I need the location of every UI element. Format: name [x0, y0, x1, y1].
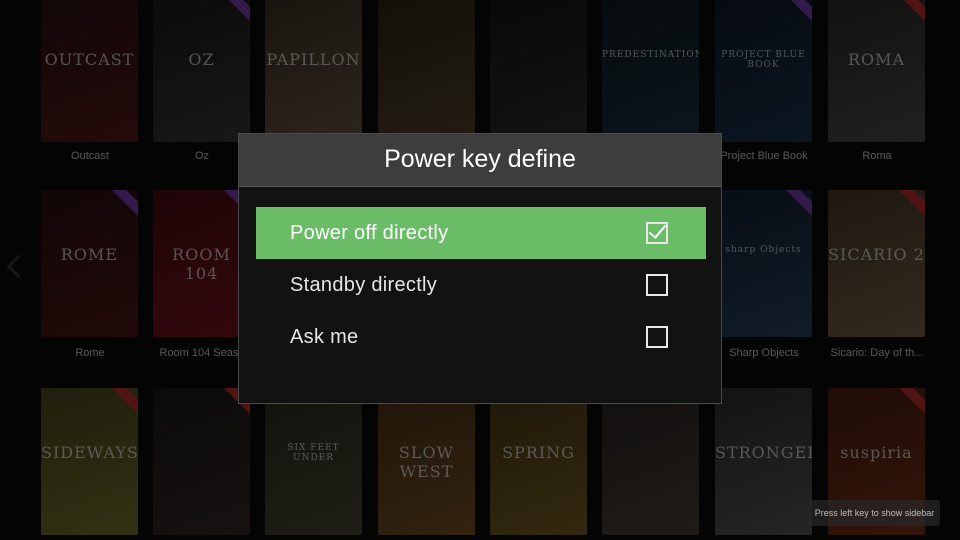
checkbox-icon[interactable]: [646, 274, 668, 296]
sidebar-hint: Press left key to show sidebar: [809, 500, 940, 526]
option-label: Ask me: [290, 326, 359, 348]
power-key-dialog: Power key define Power off directly Stan…: [238, 133, 722, 404]
option-ask-me[interactable]: Ask me: [256, 311, 706, 363]
checkmark-icon: [648, 220, 667, 239]
dialog-title: Power key define: [239, 134, 721, 187]
checkbox-icon[interactable]: [646, 326, 668, 348]
option-label: Standby directly: [290, 274, 438, 296]
option-standby[interactable]: Standby directly: [256, 259, 706, 311]
option-label: Power off directly: [290, 222, 449, 244]
checkbox-icon[interactable]: [646, 220, 668, 244]
option-power-off[interactable]: Power off directly: [256, 207, 706, 259]
